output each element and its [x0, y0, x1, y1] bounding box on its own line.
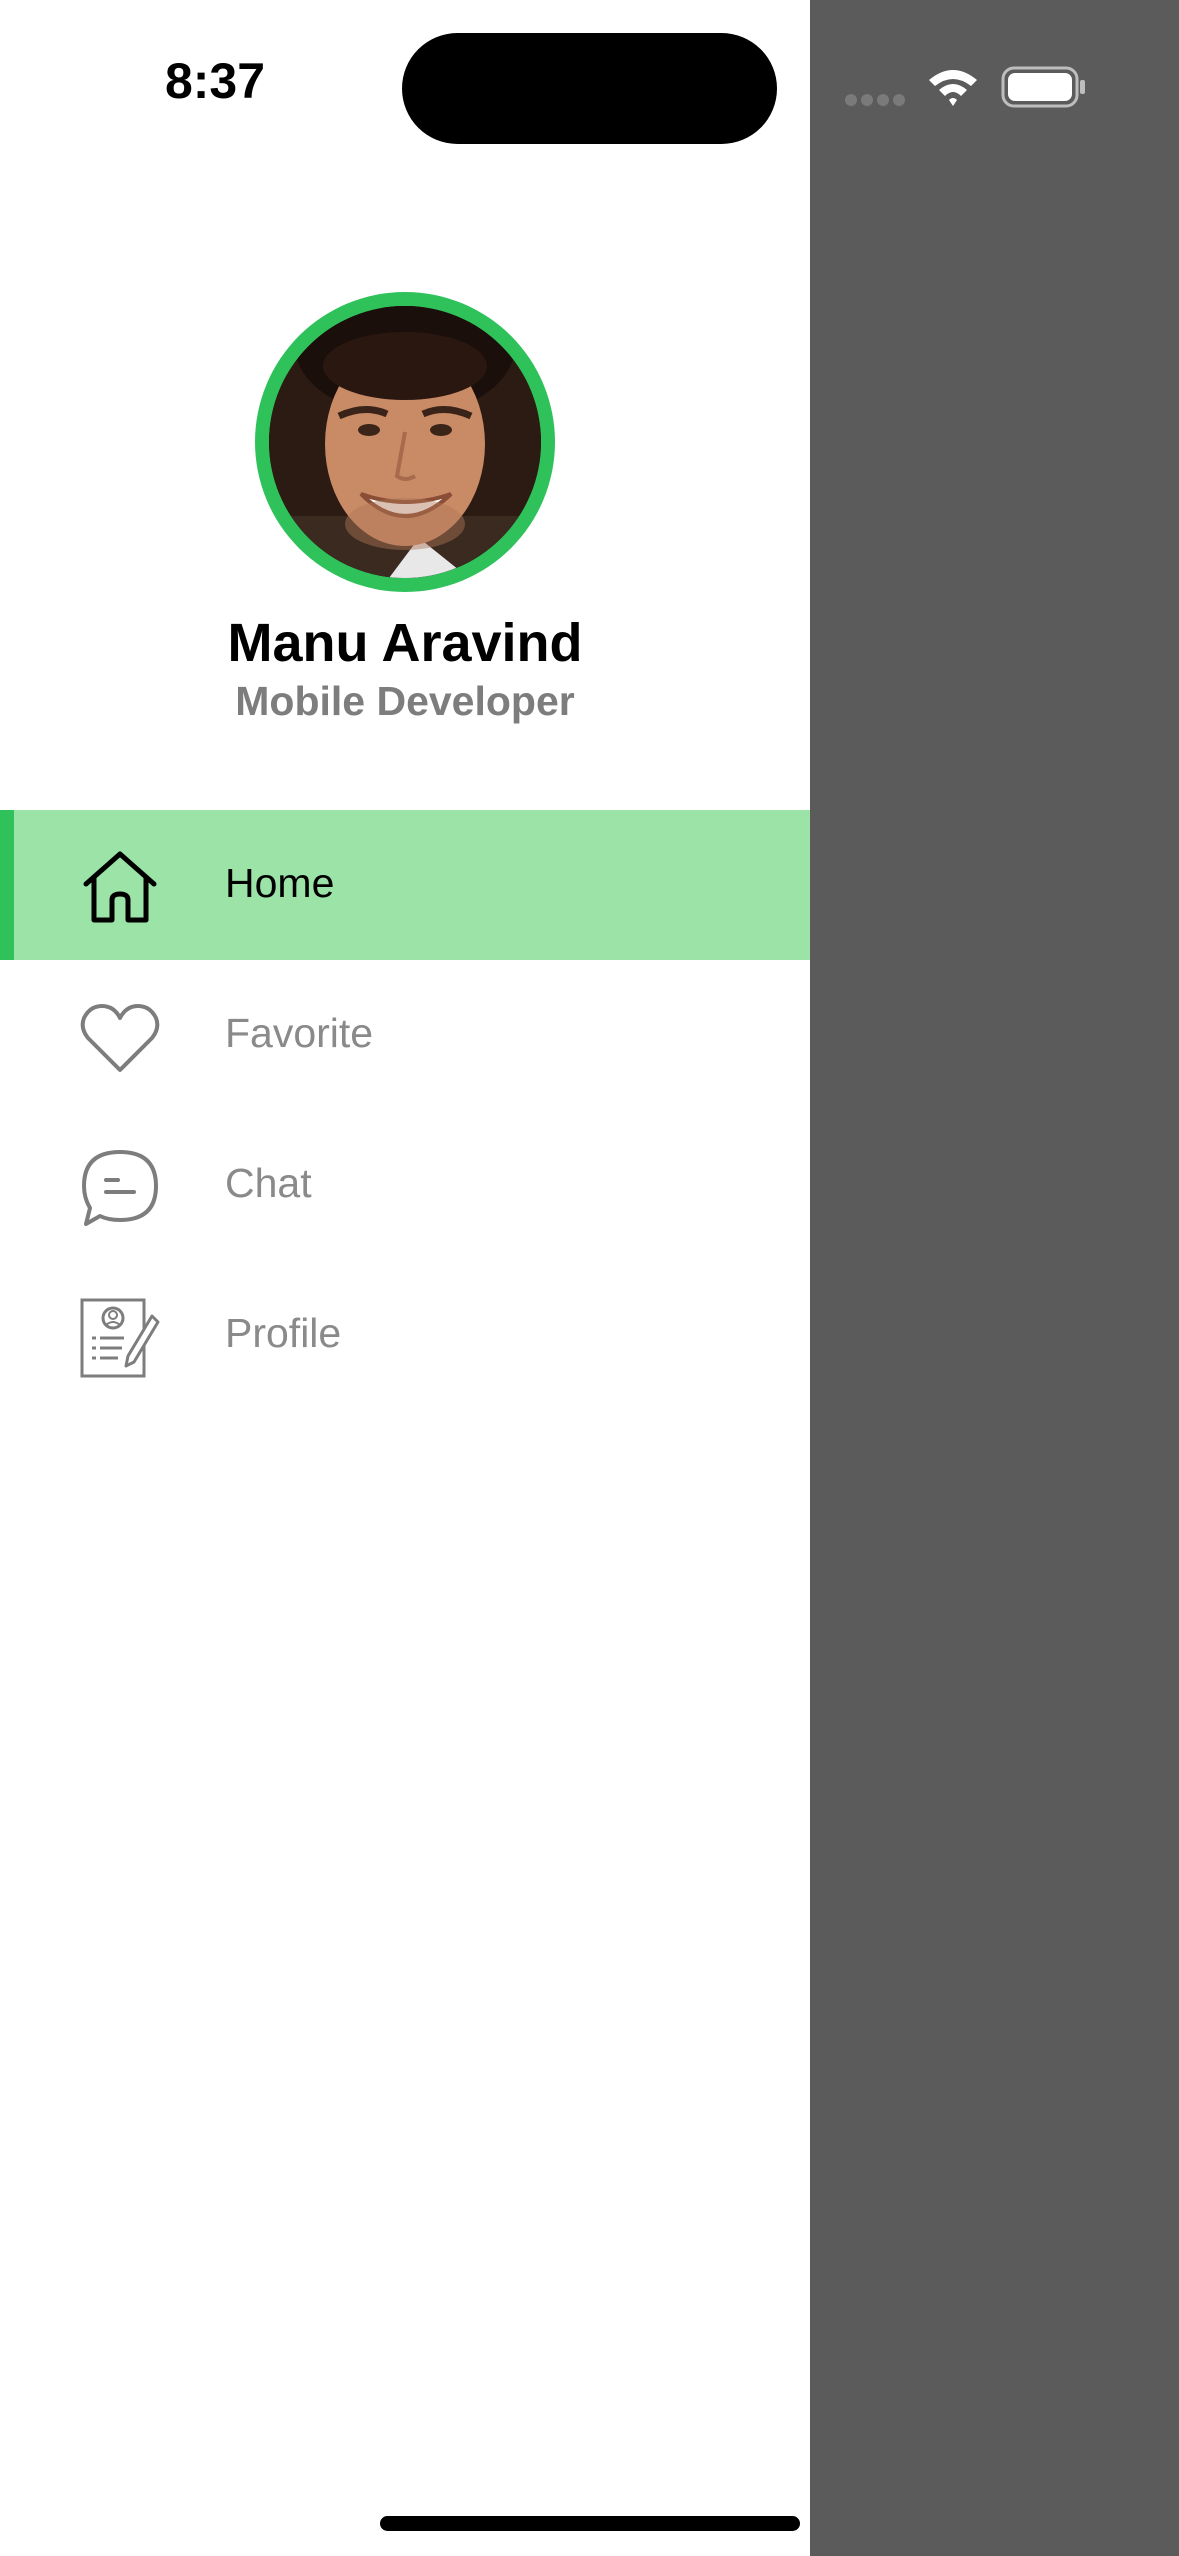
menu-item-chat[interactable]: Chat	[0, 1110, 810, 1260]
cellular-signal-icon	[845, 94, 907, 106]
status-time: 8:37	[164, 53, 266, 109]
menu-item-profile[interactable]: Profile	[0, 1260, 810, 1410]
menu-label-favorite: Favorite	[225, 1010, 374, 1056]
menu-label-chat: Chat	[225, 1160, 312, 1206]
screen: 8:37 Manu Aravind Mobile Developer Home …	[0, 0, 1179, 2556]
chat-icon	[82, 1150, 158, 1226]
avatar-photo	[269, 306, 541, 578]
avatar[interactable]	[255, 292, 555, 592]
heart-icon	[80, 1004, 160, 1072]
profile-name: Manu Aravind	[227, 613, 583, 673]
menu-label-home: Home	[225, 860, 335, 906]
home-icon	[83, 851, 157, 923]
wifi-icon	[929, 70, 977, 106]
navigation-drawer: 8:37 Manu Aravind Mobile Developer Home …	[0, 0, 810, 2556]
profile-role: Mobile Developer	[235, 678, 575, 724]
menu-item-favorite[interactable]: Favorite	[0, 960, 810, 1110]
profile-card-icon	[80, 1298, 160, 1378]
home-indicator[interactable]	[380, 2516, 800, 2531]
menu-label-profile: Profile	[225, 1310, 342, 1356]
face-illustration	[269, 306, 541, 578]
drawer-backdrop-overlay[interactable]	[810, 0, 1179, 2556]
battery-icon	[1001, 66, 1085, 108]
active-indicator	[0, 810, 14, 960]
menu-item-home[interactable]: Home	[0, 810, 810, 960]
dynamic-island	[402, 33, 777, 144]
status-indicators	[845, 62, 1085, 112]
